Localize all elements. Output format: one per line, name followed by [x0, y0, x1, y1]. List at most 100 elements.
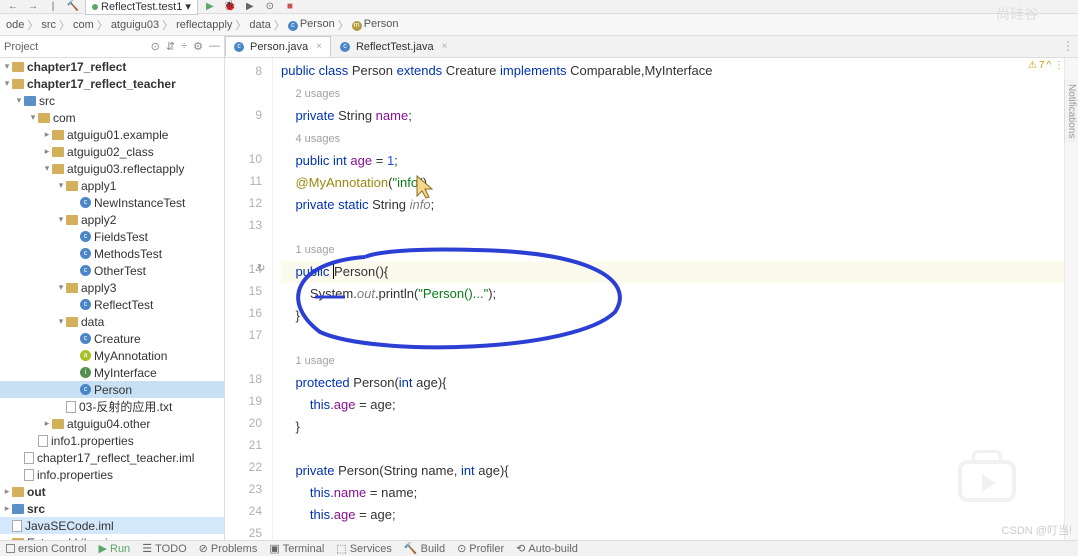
tree-label: chapter17_reflect [27, 60, 126, 74]
tree-node[interactable]: ▾apply1 [0, 177, 224, 194]
crumb[interactable]: ode [6, 19, 24, 31]
tree-node[interactable]: ▾chapter17_reflect [0, 58, 224, 75]
editor[interactable]: 891011121314↻1516171819202122232425 publ… [225, 58, 1078, 540]
hide-icon[interactable]: — [209, 40, 220, 53]
stop-icon[interactable]: ■ [282, 1, 298, 13]
tree-node[interactable]: ▾src [0, 92, 224, 109]
bottom-problems[interactable]: ⊘ Problems [199, 542, 258, 555]
close-icon[interactable]: × [442, 41, 448, 52]
tree-node[interactable]: aMyAnnotation [0, 347, 224, 364]
tree-label: apply2 [81, 213, 116, 227]
file-icon [24, 469, 34, 481]
tree-node[interactable]: info.properties [0, 466, 224, 483]
crumb[interactable]: reflectapply [176, 19, 232, 31]
bottom-todo[interactable]: ☰ TODO [142, 542, 186, 555]
settings-icon[interactable]: ⚙ [193, 40, 203, 53]
code-area[interactable]: public class Person extends Creature imp… [273, 58, 1064, 540]
tab-person[interactable]: cPerson.java× [225, 36, 331, 57]
tree-label: MethodsTest [94, 247, 162, 261]
tree-label: chapter17_reflect_teacher.iml [37, 451, 194, 465]
c-icon: c [80, 333, 91, 344]
tree-node[interactable]: ▾apply3 [0, 279, 224, 296]
tree-node[interactable]: cMethodsTest [0, 245, 224, 262]
tree-label: JavaSECode.iml [25, 519, 114, 533]
tree-node[interactable]: iMyInterface [0, 364, 224, 381]
tree-node[interactable]: ▾com [0, 109, 224, 126]
crumb[interactable]: data [249, 19, 270, 31]
tree-node[interactable]: ▸atguigu04.other [0, 415, 224, 432]
csdn-watermark: CSDN @叮当! [1002, 522, 1072, 538]
tree-node[interactable]: ▾apply2 [0, 211, 224, 228]
tree-node[interactable]: ▸atguigu02_class [0, 143, 224, 160]
crumb[interactable]: atguigu03 [111, 19, 159, 31]
bottom-profiler[interactable]: ⊙ Profiler [457, 542, 504, 555]
tree-node[interactable]: cCreature [0, 330, 224, 347]
bottom-run[interactable]: ▶ Run [98, 542, 130, 555]
tree-label: 03-反射的应用.txt [79, 398, 172, 415]
tree-node[interactable]: cFieldsTest [0, 228, 224, 245]
tree-node[interactable]: ▸atguigu01.example [0, 126, 224, 143]
tree-label: data [81, 315, 104, 329]
coverage-icon[interactable]: ▶ [242, 1, 258, 13]
tree-label: atguigu01.example [67, 128, 168, 142]
bottom-build[interactable]: 🔨 Build [404, 542, 445, 555]
tree-label: MyInterface [94, 366, 157, 380]
tree-node[interactable]: ▸src [0, 500, 224, 517]
tree-node[interactable]: info1.properties [0, 432, 224, 449]
forward-icon[interactable]: → [25, 1, 41, 13]
c-icon: c [80, 384, 91, 395]
tree-node[interactable]: cOtherTest [0, 262, 224, 279]
expand-icon[interactable]: ⇵ [166, 40, 175, 53]
tree-node[interactable]: cReflectTest [0, 296, 224, 313]
tree-label: apply1 [81, 179, 116, 193]
tree-label: NewInstanceTest [94, 196, 185, 210]
folder-icon [12, 538, 24, 541]
tree-node[interactable]: ▾atguigu03.reflectapply [0, 160, 224, 177]
folder-icon [12, 79, 24, 89]
folder-icon [66, 181, 78, 191]
tree-node[interactable]: cNewInstanceTest [0, 194, 224, 211]
run-icon[interactable]: ▶ [202, 1, 218, 13]
back-icon[interactable]: ← [5, 1, 21, 13]
tab-reflecttest[interactable]: cReflectTest.java× [331, 36, 457, 57]
folder-icon [66, 215, 78, 225]
folder blue-icon [24, 96, 36, 106]
tree-node[interactable]: JavaSECode.iml [0, 517, 224, 534]
tree-label: atguigu04.other [67, 417, 150, 431]
profile-icon[interactable]: ⊙ [262, 1, 278, 13]
file-icon [66, 401, 76, 413]
tree-label: MyAnnotation [94, 349, 167, 363]
tree-node[interactable]: 03-反射的应用.txt [0, 398, 224, 415]
tree-node[interactable]: cPerson [0, 381, 224, 398]
tree-node[interactable]: chapter17_reflect_teacher.iml [0, 449, 224, 466]
bottom-terminal[interactable]: ▣ Terminal [269, 542, 324, 555]
hammer-icon[interactable]: 🔨 [65, 1, 81, 13]
tree-node[interactable]: ▾chapter17_reflect_teacher [0, 75, 224, 92]
close-icon[interactable]: × [316, 41, 322, 52]
crumb[interactable]: cPerson [288, 18, 335, 31]
tabs-menu-icon[interactable]: ⋮ [1062, 39, 1074, 53]
c-icon: c [80, 299, 91, 310]
collapse-icon[interactable]: ÷ [181, 40, 187, 53]
tree-node[interactable]: ▸External Libraries [0, 534, 224, 540]
tree-label: src [39, 94, 55, 108]
crumb[interactable]: src [41, 19, 56, 31]
tree-node[interactable]: ▾data [0, 313, 224, 330]
folder-icon [12, 487, 24, 497]
debug-icon[interactable]: 🐞 [222, 1, 238, 13]
project-tree[interactable]: ▾chapter17_reflect▾chapter17_reflect_tea… [0, 58, 224, 540]
tree-label: info.properties [37, 468, 113, 482]
run-config-selector[interactable]: ReflectTest.test1 ▾ [85, 0, 198, 15]
bottom-autobuild[interactable]: ⟲ Auto-build [516, 542, 578, 555]
bottom-vcs[interactable]: ersion Control [6, 543, 86, 555]
bottom-services[interactable]: ⬚ Services [336, 542, 392, 555]
file-icon [38, 435, 48, 447]
select-opened-icon[interactable]: ⊙ [151, 40, 160, 53]
tree-label: FieldsTest [94, 230, 148, 244]
inspection-badge[interactable]: ⚠7 ^ ⋮ [1028, 60, 1064, 71]
crumb[interactable]: com [73, 19, 94, 31]
tree-node[interactable]: ▸out [0, 483, 224, 500]
right-tool-stripe[interactable]: Notifications [1064, 80, 1078, 142]
folder-icon [38, 113, 50, 123]
crumb[interactable]: mPerson [352, 18, 399, 31]
